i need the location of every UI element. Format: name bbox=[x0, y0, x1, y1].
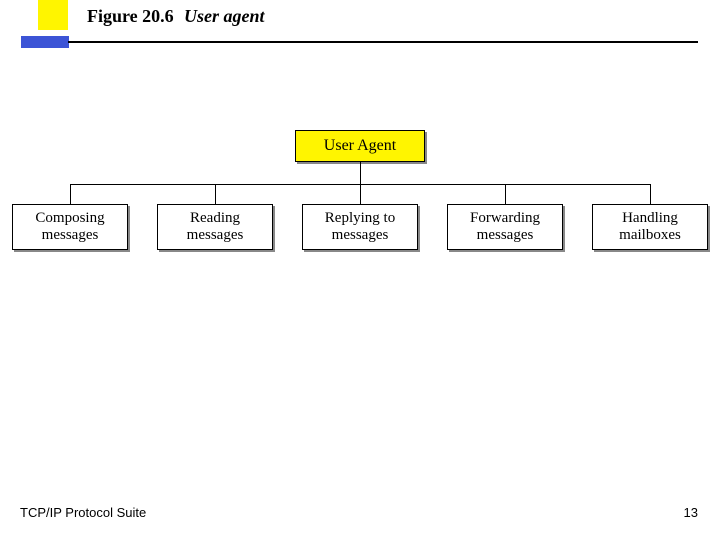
diagram: User Agent Composingmessages Readingmess… bbox=[0, 130, 720, 310]
connector-drop bbox=[505, 184, 506, 204]
diagram-leaf-label: Composingmessages bbox=[35, 210, 104, 245]
footer-page-number: 13 bbox=[684, 505, 698, 520]
connector-drop bbox=[360, 184, 361, 204]
diagram-leaf-box: Composingmessages bbox=[12, 204, 128, 250]
diagram-leaf-box: Readingmessages bbox=[157, 204, 273, 250]
connector-drop bbox=[650, 184, 651, 204]
figure-title: User agent bbox=[184, 6, 265, 27]
connector-drop bbox=[70, 184, 71, 204]
header-bullet-blue bbox=[21, 36, 69, 48]
figure-number: Figure 20.6 bbox=[87, 6, 174, 27]
diagram-root-box: User Agent bbox=[295, 130, 425, 162]
connector-stem bbox=[360, 162, 361, 184]
diagram-leaf-label: Handlingmailboxes bbox=[619, 210, 681, 245]
diagram-root-label: User Agent bbox=[324, 137, 396, 155]
header-bullet-yellow bbox=[38, 0, 68, 30]
diagram-leaf-label: Replying tomessages bbox=[325, 210, 395, 245]
connector-drop bbox=[215, 184, 216, 204]
header-rule bbox=[68, 41, 698, 43]
diagram-leaf-box: Forwardingmessages bbox=[447, 204, 563, 250]
diagram-leaf-label: Forwardingmessages bbox=[470, 210, 540, 245]
slide: Figure 20.6 User agent User Agent Compos… bbox=[0, 0, 720, 540]
diagram-leaf-box: Replying tomessages bbox=[302, 204, 418, 250]
diagram-leaf-label: Readingmessages bbox=[187, 210, 244, 245]
footer-source: TCP/IP Protocol Suite bbox=[20, 505, 146, 520]
diagram-leaf-box: Handlingmailboxes bbox=[592, 204, 708, 250]
